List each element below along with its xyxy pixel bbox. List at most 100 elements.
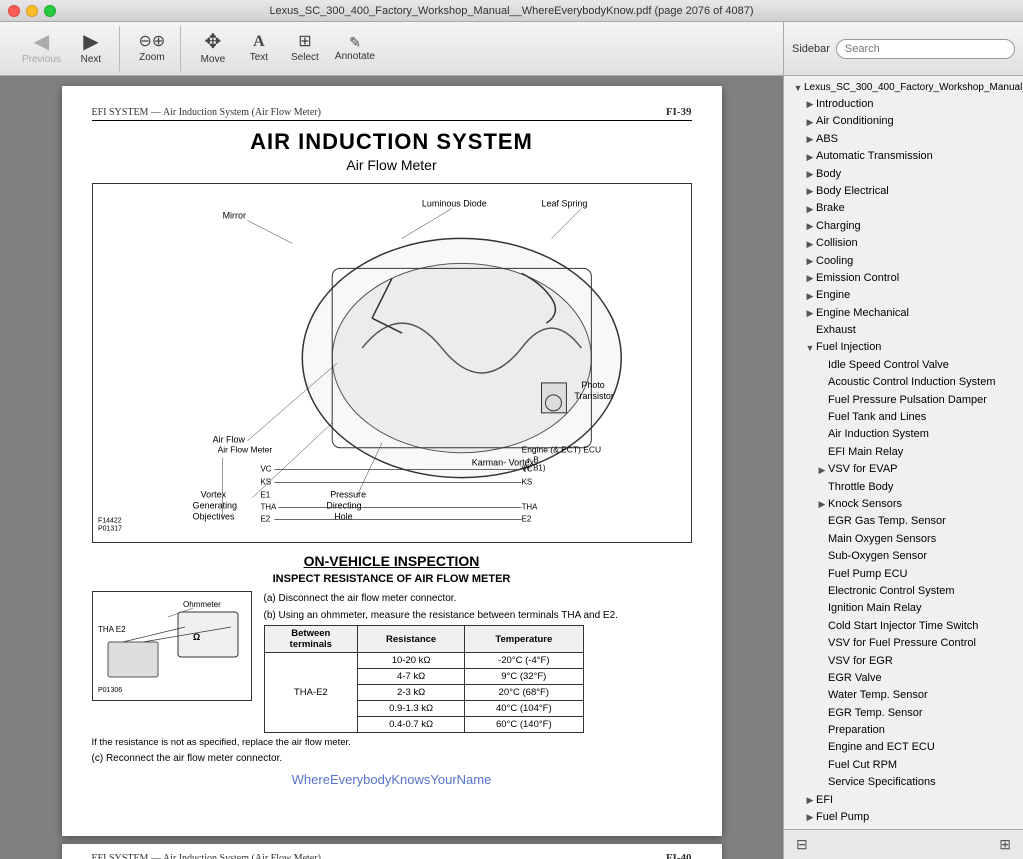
maximize-button[interactable] bbox=[44, 5, 56, 17]
zoom-button[interactable]: ⊖⊕ Zoom bbox=[130, 26, 174, 72]
sidebar-item-body[interactable]: ▶Body bbox=[784, 166, 1023, 183]
previous-button[interactable]: ◀ Previous bbox=[16, 26, 67, 72]
sidebar-item-collision[interactable]: ▶Collision bbox=[784, 235, 1023, 252]
move-button[interactable]: ✥ Move bbox=[191, 26, 235, 72]
sidebar-item-vsv-evap[interactable]: ▶VSV for EVAP bbox=[784, 461, 1023, 478]
zoom-icon: ⊖⊕ bbox=[139, 34, 166, 50]
sidebar-item-preparation[interactable]: Preparation bbox=[784, 722, 1023, 739]
pdf-page-partial: EFI SYSTEM — Air Induction System (Air F… bbox=[62, 844, 722, 859]
small-diagram-svg: Ohmmeter THA E2 Ω P01306 bbox=[93, 592, 253, 702]
svg-text:(+ B1): (+ B1) bbox=[523, 464, 545, 473]
svg-text:Directing: Directing bbox=[326, 501, 361, 511]
sidebar-item-automatic-transmission[interactable]: ▶Automatic Transmission bbox=[784, 148, 1023, 165]
arrow-brake: ▶ bbox=[804, 203, 816, 215]
sidebar-item-abs[interactable]: ▶ABS bbox=[784, 131, 1023, 148]
svg-text:Ohmmeter: Ohmmeter bbox=[183, 600, 221, 609]
sidebar-item-efi-main-relay[interactable]: EFI Main Relay bbox=[784, 444, 1023, 461]
note-text: If the resistance is not as specified, r… bbox=[92, 737, 692, 748]
sidebar-item-acoustic[interactable]: Acoustic Control Induction System bbox=[784, 374, 1023, 391]
close-button[interactable] bbox=[8, 5, 20, 17]
svg-text:THA E2: THA E2 bbox=[98, 625, 126, 634]
zoom-group: ⊖⊕ Zoom bbox=[124, 26, 181, 72]
svg-text:Engine (& ECT) ECU: Engine (& ECT) ECU bbox=[521, 445, 601, 455]
titlebar: Lexus_SC_300_400_Factory_Workshop_Manual… bbox=[0, 0, 1023, 22]
sidebar-item-ignition-main-relay[interactable]: Ignition Main Relay bbox=[784, 600, 1023, 617]
arrow-efi: ▶ bbox=[804, 794, 816, 806]
pdf-header: EFI SYSTEM — Air Induction System (Air F… bbox=[92, 106, 692, 121]
sidebar-item-main-oxygen[interactable]: Main Oxygen Sensors bbox=[784, 531, 1023, 548]
sidebar-item-service-specs[interactable]: Service Specifications bbox=[784, 774, 1023, 791]
cell-res-3: 2-3 kΩ bbox=[358, 685, 465, 701]
sidebar-item-engine-ect-ecu[interactable]: Engine and ECT ECU bbox=[784, 739, 1023, 756]
sidebar-item-cold-start-time[interactable]: Cold Start Injector Time Switch bbox=[784, 618, 1023, 635]
next-button[interactable]: ▶ Next bbox=[69, 26, 113, 72]
minimize-button[interactable] bbox=[26, 5, 38, 17]
sidebar-item-idle-speed[interactable]: Idle Speed Control Valve bbox=[784, 357, 1023, 374]
sidebar-item-engine-mech[interactable]: ▶Engine Mechanical bbox=[784, 305, 1023, 322]
sidebar-item-vsv-egr[interactable]: VSV for EGR bbox=[784, 653, 1023, 670]
cell-res-2: 4-7 kΩ bbox=[358, 669, 465, 685]
steps-and-table: (a) Disconnect the air flow meter connec… bbox=[264, 591, 692, 733]
text-button[interactable]: A Text bbox=[237, 26, 281, 72]
diagram-svg: Luminous Diode Leaf Spring Mirror bbox=[93, 184, 691, 542]
svg-text:Photo: Photo bbox=[581, 380, 604, 390]
zoom-label: Zoom bbox=[139, 52, 165, 63]
sidebar-item-fuel-cut-rpm[interactable]: Fuel Cut RPM bbox=[784, 757, 1023, 774]
cell-temp-4: 40°C (104°F) bbox=[465, 701, 583, 717]
search-input[interactable] bbox=[845, 43, 1006, 55]
previous-label: Previous bbox=[22, 54, 61, 65]
sidebar-item-efi[interactable]: ▶EFI bbox=[784, 792, 1023, 809]
cell-res-4: 0.9-1.3 kΩ bbox=[358, 701, 465, 717]
sidebar-item-knock[interactable]: ▶Knock Sensors bbox=[784, 496, 1023, 513]
sidebar-item-engine[interactable]: ▶Engine bbox=[784, 287, 1023, 304]
pdf-footer-text: EFI SYSTEM — Air Induction System (Air F… bbox=[92, 853, 321, 859]
svg-text:Air Flow Meter: Air Flow Meter bbox=[217, 445, 272, 455]
annotate-button[interactable]: ✎ Annotate bbox=[329, 26, 381, 72]
step-b: (b) Using an ohmmeter, measure the resis… bbox=[264, 608, 692, 623]
sidebar-item-cooling[interactable]: ▶Cooling bbox=[784, 253, 1023, 270]
sidebar-item-body-electrical[interactable]: ▶Body Electrical bbox=[784, 183, 1023, 200]
sidebar-item-water-temp[interactable]: Water Temp. Sensor bbox=[784, 687, 1023, 704]
window-title: Lexus_SC_300_400_Factory_Workshop_Manual… bbox=[269, 5, 753, 17]
svg-text:P01306: P01306 bbox=[98, 687, 122, 694]
svg-text:Transistor: Transistor bbox=[574, 391, 614, 401]
sidebar-item-sub-oxygen[interactable]: Sub-Oxygen Sensor bbox=[784, 548, 1023, 565]
sidebar-item-airconditioning[interactable]: ▶Air Conditioning bbox=[784, 113, 1023, 130]
sidebar-item-charging[interactable]: ▶Charging bbox=[784, 218, 1023, 235]
sidebar-expand-button[interactable]: ⊞ bbox=[995, 834, 1015, 855]
svg-text:Mirror: Mirror bbox=[222, 210, 245, 220]
sidebar-item-exhaust[interactable]: ▶Exhaust bbox=[784, 322, 1023, 339]
select-button[interactable]: ⊞ Select bbox=[283, 26, 327, 72]
fi-footer-number: FI-40 bbox=[666, 852, 692, 859]
sidebar-item-electronic-control[interactable]: Electronic Control System bbox=[784, 583, 1023, 600]
inspection-section: ON-VEHICLE INSPECTION INSPECT RESISTANCE… bbox=[92, 553, 692, 766]
page-subtitle: Air Flow Meter bbox=[92, 157, 692, 173]
sidebar-item-introduction[interactable]: ▶Introduction bbox=[784, 96, 1023, 113]
sidebar-item-fuel-pump[interactable]: ▶Fuel Pump bbox=[784, 809, 1023, 826]
sidebar-item-emission[interactable]: ▶Emission Control bbox=[784, 270, 1023, 287]
inspection-subtitle: INSPECT RESISTANCE OF AIR FLOW METER bbox=[92, 573, 692, 585]
svg-text:KS: KS bbox=[521, 478, 532, 487]
annotate-icon: ✎ bbox=[349, 35, 361, 49]
sidebar-item-egr-gas[interactable]: EGR Gas Temp. Sensor bbox=[784, 513, 1023, 530]
search-box[interactable] bbox=[836, 39, 1015, 59]
sidebar-item-air-induction-1[interactable]: Air Induction System bbox=[784, 426, 1023, 443]
sidebar-item-throttle[interactable]: Throttle Body bbox=[784, 479, 1023, 496]
sidebar-item-vsv-fuel[interactable]: VSV for Fuel Pressure Control bbox=[784, 635, 1023, 652]
sidebar-item-egr-valve[interactable]: EGR Valve bbox=[784, 670, 1023, 687]
sidebar-item-brake[interactable]: ▶Brake bbox=[784, 200, 1023, 217]
arrow-vsv-evap: ▶ bbox=[816, 464, 828, 476]
sidebar-item-fuel-pressure-pulsation[interactable]: Fuel Pressure Pulsation Damper bbox=[784, 392, 1023, 409]
sidebar-item-fuel-tank-lines[interactable]: Fuel Tank and Lines bbox=[784, 409, 1023, 426]
svg-text:E1: E1 bbox=[260, 491, 270, 500]
sidebar-item-fuel-pump-ecu[interactable]: Fuel Pump ECU bbox=[784, 566, 1023, 583]
sidebar-collapse-button[interactable]: ⊟ bbox=[792, 834, 812, 855]
pdf-area: EFI SYSTEM — Air Induction System (Air F… bbox=[0, 76, 783, 859]
sidebar-item-egr-temp[interactable]: EGR Temp. Sensor bbox=[784, 705, 1023, 722]
sidebar-tree[interactable]: ▼ Lexus_SC_300_400_Factory_Workshop_Manu… bbox=[784, 76, 1023, 829]
tree-root[interactable]: ▼ Lexus_SC_300_400_Factory_Workshop_Manu… bbox=[784, 80, 1023, 96]
sidebar-item-fuel-injection[interactable]: ▼Fuel Injection bbox=[784, 339, 1023, 356]
svg-text:Leaf Spring: Leaf Spring bbox=[541, 199, 587, 209]
svg-text:THA: THA bbox=[260, 503, 277, 512]
svg-text:THA: THA bbox=[521, 503, 538, 512]
